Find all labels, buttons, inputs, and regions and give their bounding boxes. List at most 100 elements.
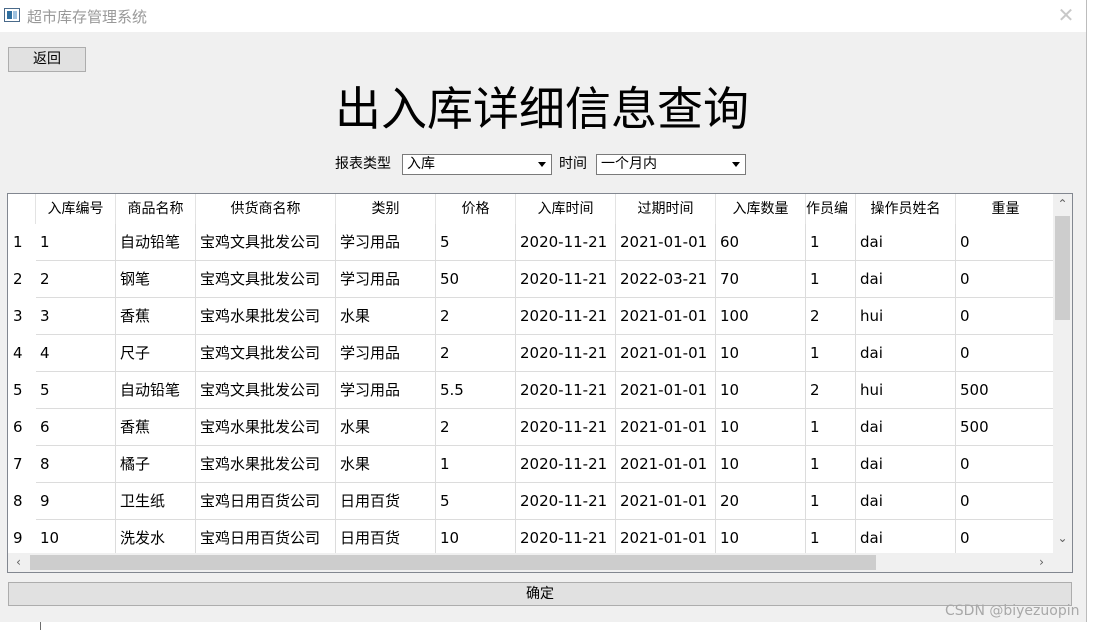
cell-product-name[interactable]: 尺子	[116, 335, 196, 372]
row-number[interactable]: 1	[8, 224, 36, 261]
cell-in-quantity[interactable]: 10	[716, 372, 806, 409]
cell-category[interactable]: 水果	[336, 446, 436, 483]
table-row[interactable]: 9 10 洗发水 宝鸡日用百货公司 日用百货 10 2020-11-21 2021-01-01…	[8, 520, 1056, 557]
cell-operator-name[interactable]: dai	[856, 224, 956, 261]
cell-operator-id[interactable]: 1	[806, 446, 856, 483]
header-in-quantity[interactable]: 入库数量	[716, 194, 806, 224]
vertical-scrollbar[interactable]: ⌃ ⌄	[1053, 194, 1072, 554]
cell-in-time[interactable]: 2020-11-21	[516, 409, 616, 446]
time-select[interactable]: 一个月内	[596, 154, 746, 175]
cell-in-quantity[interactable]: 10	[716, 446, 806, 483]
close-icon[interactable]: ✕	[1052, 2, 1080, 28]
table-row[interactable]: 8 9 卫生纸 宝鸡日用百货公司 日用百货 5 2020-11-21 2021-01-01 20…	[8, 483, 1056, 520]
scroll-left-icon[interactable]: ‹	[11, 555, 26, 570]
cell-in-id[interactable]: 8	[36, 446, 116, 483]
cell-weight[interactable]: 500	[956, 372, 1056, 409]
cell-operator-id[interactable]: 1	[806, 261, 856, 298]
cell-in-quantity[interactable]: 60	[716, 224, 806, 261]
cell-expiry-time[interactable]: 2021-01-01	[616, 372, 716, 409]
cell-in-quantity[interactable]: 70	[716, 261, 806, 298]
cell-in-time[interactable]: 2020-11-21	[516, 520, 616, 557]
cell-in-time[interactable]: 2020-11-21	[516, 261, 616, 298]
row-number[interactable]: 6	[8, 409, 36, 446]
cell-weight[interactable]: 0	[956, 224, 1056, 261]
cell-category[interactable]: 学习用品	[336, 261, 436, 298]
cell-category[interactable]: 学习用品	[336, 335, 436, 372]
cell-operator-id[interactable]: 1	[806, 224, 856, 261]
cell-weight[interactable]: 0	[956, 335, 1056, 372]
cell-supplier-name[interactable]: 宝鸡文具批发公司	[196, 261, 336, 298]
cell-supplier-name[interactable]: 宝鸡水果批发公司	[196, 446, 336, 483]
cell-in-id[interactable]: 6	[36, 409, 116, 446]
cell-operator-id[interactable]: 1	[806, 335, 856, 372]
horizontal-scroll-thumb[interactable]	[30, 555, 876, 570]
scroll-up-icon[interactable]: ⌃	[1055, 197, 1070, 212]
table-row[interactable]: 4 4 尺子 宝鸡文具批发公司 学习用品 2 2020-11-21 2021-01-01 10 1…	[8, 335, 1056, 372]
cell-product-name[interactable]: 钢笔	[116, 261, 196, 298]
table-row[interactable]: 7 8 橘子 宝鸡水果批发公司 水果 1 2020-11-21 2021-01-01 10 1 da…	[8, 446, 1056, 483]
cell-product-name[interactable]: 自动铅笔	[116, 224, 196, 261]
table-row[interactable]: 5 5 自动铅笔 宝鸡文具批发公司 学习用品 5.5 2020-11-21 2021-01-0…	[8, 372, 1056, 409]
cell-product-name[interactable]: 洗发水	[116, 520, 196, 557]
header-price[interactable]: 价格	[436, 194, 516, 224]
cell-in-time[interactable]: 2020-11-21	[516, 446, 616, 483]
table-row[interactable]: 3 3 香蕉 宝鸡水果批发公司 水果 2 2020-11-21 2021-01-01 100 2 h…	[8, 298, 1056, 335]
cell-price[interactable]: 2	[436, 298, 516, 335]
cell-expiry-time[interactable]: 2021-01-01	[616, 446, 716, 483]
cell-in-time[interactable]: 2020-11-21	[516, 298, 616, 335]
header-weight[interactable]: 重量	[956, 194, 1056, 224]
cell-in-id[interactable]: 1	[36, 224, 116, 261]
cell-operator-id[interactable]: 1	[806, 520, 856, 557]
cell-category[interactable]: 学习用品	[336, 372, 436, 409]
cell-operator-id[interactable]: 1	[806, 483, 856, 520]
cell-weight[interactable]: 500	[956, 409, 1056, 446]
cell-in-quantity[interactable]: 10	[716, 409, 806, 446]
horizontal-scrollbar[interactable]: ‹ ›	[8, 553, 1053, 572]
cell-operator-name[interactable]: hui	[856, 298, 956, 335]
cell-in-id[interactable]: 10	[36, 520, 116, 557]
confirm-button[interactable]: 确定	[8, 582, 1072, 606]
back-button[interactable]: 返回	[8, 47, 86, 72]
cell-supplier-name[interactable]: 宝鸡文具批发公司	[196, 335, 336, 372]
cell-operator-name[interactable]: dai	[856, 446, 956, 483]
cell-product-name[interactable]: 橘子	[116, 446, 196, 483]
cell-expiry-time[interactable]: 2021-01-01	[616, 298, 716, 335]
cell-operator-name[interactable]: dai	[856, 409, 956, 446]
cell-price[interactable]: 1	[436, 446, 516, 483]
cell-in-time[interactable]: 2020-11-21	[516, 372, 616, 409]
cell-supplier-name[interactable]: 宝鸡水果批发公司	[196, 298, 336, 335]
row-number[interactable]: 7	[8, 446, 36, 483]
header-in-id[interactable]: 入库编号	[36, 194, 116, 224]
cell-expiry-time[interactable]: 2021-01-01	[616, 409, 716, 446]
cell-expiry-time[interactable]: 2021-01-01	[616, 483, 716, 520]
cell-in-quantity[interactable]: 100	[716, 298, 806, 335]
cell-in-time[interactable]: 2020-11-21	[516, 224, 616, 261]
cell-product-name[interactable]: 香蕉	[116, 409, 196, 446]
row-number[interactable]: 4	[8, 335, 36, 372]
cell-category[interactable]: 日用百货	[336, 520, 436, 557]
scroll-down-icon[interactable]: ⌄	[1055, 531, 1070, 546]
cell-weight[interactable]: 0	[956, 520, 1056, 557]
cell-weight[interactable]: 0	[956, 298, 1056, 335]
cell-price[interactable]: 5.5	[436, 372, 516, 409]
cell-product-name[interactable]: 自动铅笔	[116, 372, 196, 409]
cell-supplier-name[interactable]: 宝鸡日用百货公司	[196, 483, 336, 520]
cell-product-name[interactable]: 卫生纸	[116, 483, 196, 520]
cell-in-quantity[interactable]: 20	[716, 483, 806, 520]
cell-operator-name[interactable]: dai	[856, 520, 956, 557]
cell-operator-name[interactable]: dai	[856, 261, 956, 298]
header-category[interactable]: 类别	[336, 194, 436, 224]
row-number[interactable]: 9	[8, 520, 36, 557]
cell-price[interactable]: 10	[436, 520, 516, 557]
cell-in-id[interactable]: 2	[36, 261, 116, 298]
cell-price[interactable]: 2	[436, 409, 516, 446]
cell-in-time[interactable]: 2020-11-21	[516, 483, 616, 520]
table-row[interactable]: 6 6 香蕉 宝鸡水果批发公司 水果 2 2020-11-21 2021-01-01 10 1 da…	[8, 409, 1056, 446]
cell-in-time[interactable]: 2020-11-21	[516, 335, 616, 372]
cell-supplier-name[interactable]: 宝鸡文具批发公司	[196, 372, 336, 409]
cell-expiry-time[interactable]: 2021-01-01	[616, 520, 716, 557]
table-row[interactable]: 2 2 钢笔 宝鸡文具批发公司 学习用品 50 2020-11-21 2022-03-21 70…	[8, 261, 1056, 298]
cell-supplier-name[interactable]: 宝鸡文具批发公司	[196, 224, 336, 261]
header-supplier-name[interactable]: 供货商名称	[196, 194, 336, 224]
cell-in-id[interactable]: 3	[36, 298, 116, 335]
